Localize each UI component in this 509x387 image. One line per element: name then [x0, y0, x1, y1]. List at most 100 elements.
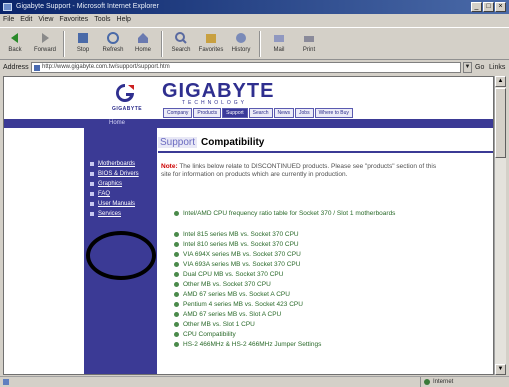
toolbar: Back Forward Stop Refresh Home Search Fa…: [0, 27, 509, 60]
address-input[interactable]: http://www.gigabyte.com.tw/support/suppo…: [31, 62, 461, 73]
compat-link[interactable]: AMD 67 series MB vs. Slot A CPU: [174, 310, 281, 319]
sidebar-item-motherboards[interactable]: Motherboards: [98, 161, 135, 168]
compat-link[interactable]: Other MB vs. Socket 370 CPU: [174, 280, 271, 289]
vertical-scrollbar[interactable]: ▲ ▼: [494, 76, 506, 375]
history-button[interactable]: History: [226, 28, 256, 59]
bullet-icon: [90, 212, 94, 216]
bullet-icon: [174, 281, 179, 287]
bullet-icon: [174, 301, 179, 307]
nav-support[interactable]: Support: [222, 108, 248, 118]
security-zone: Internet: [420, 377, 506, 387]
compat-link[interactable]: Intel/AMD CPU frequency ratio table for …: [174, 210, 474, 218]
gigabyte-logo-icon[interactable]: [112, 82, 138, 104]
page-icon: [34, 65, 40, 71]
minimize-button[interactable]: _: [471, 2, 482, 12]
toolbar-separator: [161, 31, 163, 57]
address-url: http://www.gigabyte.com.tw/support/suppo…: [42, 64, 170, 70]
sidebar-item-graphics[interactable]: Graphics: [98, 181, 122, 188]
notice-text: Note: The links below relate to DISCONTI…: [161, 163, 441, 179]
menu-file[interactable]: File: [0, 14, 17, 26]
go-button[interactable]: Go: [475, 60, 484, 75]
sidebar-item-user-manuals[interactable]: User Manuals: [98, 201, 135, 208]
site-bluebar: Home: [4, 119, 493, 128]
menu-help[interactable]: Help: [114, 14, 134, 26]
sidebar-item-bios-drivers[interactable]: BIOS & Drivers: [98, 171, 139, 178]
notice-body: The links below relate to DISCONTINUED p…: [161, 163, 437, 178]
sidebar-item-services[interactable]: Services: [98, 211, 121, 218]
nav-news[interactable]: News: [273, 108, 295, 118]
bullet-icon: [174, 251, 179, 257]
compat-link[interactable]: CPU Compatibility: [174, 330, 236, 339]
scroll-thumb[interactable]: [495, 88, 506, 158]
highlight-circle: [86, 231, 156, 280]
sidebar-item-faq[interactable]: FAQ: [98, 191, 110, 198]
bullet-icon: [174, 321, 179, 327]
favorites-icon: [206, 34, 216, 43]
compat-link[interactable]: VIA 693A series MB vs. Socket 370 CPU: [174, 260, 300, 269]
menu-bar: File Edit View Favorites Tools Help: [0, 14, 509, 26]
nav-where-to-buy[interactable]: Where to Buy: [314, 108, 353, 118]
compat-link[interactable]: Pentium 4 series MB vs. Socket 423 CPU: [174, 300, 303, 309]
forward-button[interactable]: Forward: [30, 28, 60, 59]
compat-link[interactable]: AMD 67 series MB vs. Socket A CPU: [174, 290, 290, 299]
compat-link[interactable]: Other MB vs. Slot 1 CPU: [174, 320, 255, 329]
stop-button[interactable]: Stop: [68, 28, 98, 59]
forward-icon: [42, 33, 49, 43]
compat-link[interactable]: Dual CPU MB vs. Socket 370 CPU: [174, 270, 283, 279]
refresh-icon: [107, 32, 119, 44]
bullet-icon: [90, 162, 94, 166]
nav-company[interactable]: Company: [163, 108, 193, 118]
nav-jobs[interactable]: Jobs: [295, 108, 314, 118]
site-header: GIGABYTE GIGABYTE TECHNOLOGY Company Pro…: [4, 77, 493, 119]
compat-link[interactable]: Intel 810 series MB vs. Socket 370 CPU: [174, 240, 299, 249]
address-bar: Address http://www.gigabyte.com.tw/suppo…: [0, 60, 509, 75]
address-dropdown[interactable]: ▼: [463, 62, 472, 73]
page-viewport: GIGABYTE GIGABYTE TECHNOLOGY Company Pro…: [3, 76, 494, 375]
mail-icon: [274, 35, 284, 42]
close-button[interactable]: ×: [495, 2, 506, 12]
toolbar-separator: [63, 31, 65, 57]
menu-view[interactable]: View: [35, 14, 56, 26]
title-bar[interactable]: Gigabyte Support - Microsoft Internet Ex…: [0, 0, 509, 14]
bullet-icon: [174, 291, 179, 297]
links-button[interactable]: Links: [489, 60, 509, 75]
search-button[interactable]: Search: [166, 28, 196, 59]
brand-tagline: TECHNOLOGY: [182, 100, 248, 106]
home-icon: [138, 33, 148, 43]
home-button[interactable]: Home: [128, 28, 158, 59]
bullet-icon: [174, 231, 179, 237]
favorites-button[interactable]: Favorites: [196, 28, 226, 59]
bullet-icon: [90, 202, 94, 206]
history-icon: [236, 33, 246, 43]
bullet-icon: [174, 341, 179, 347]
logo-caption: GIGABYTE: [112, 106, 143, 112]
compat-link[interactable]: Intel 815 series MB vs. Socket 370 CPU: [174, 230, 299, 239]
section-title: Support Compatibility: [158, 135, 264, 150]
menu-favorites[interactable]: Favorites: [56, 14, 91, 26]
page-title: Compatibility: [201, 137, 265, 148]
window-title: Gigabyte Support - Microsoft Internet Ex…: [16, 3, 159, 10]
compat-link[interactable]: VIA 694X series MB vs. Socket 370 CPU: [174, 250, 301, 259]
scroll-down-arrow-icon[interactable]: ▼: [495, 364, 506, 375]
bullet-icon: [174, 261, 179, 267]
bullet-icon: [174, 241, 179, 247]
compat-link[interactable]: HS-2 466MHz & HS-2 466MHz Jumper Setting…: [174, 340, 321, 349]
bullet-icon: [90, 192, 94, 196]
section-label: Support: [158, 137, 198, 148]
back-button[interactable]: Back: [0, 28, 30, 59]
address-label: Address: [3, 64, 29, 71]
title-divider: [158, 151, 493, 153]
menu-tools[interactable]: Tools: [91, 14, 113, 26]
bullet-icon: [174, 311, 179, 317]
menu-edit[interactable]: Edit: [17, 14, 35, 26]
maximize-button[interactable]: □: [483, 2, 494, 12]
print-button[interactable]: Print: [294, 28, 324, 59]
refresh-button[interactable]: Refresh: [98, 28, 128, 59]
mail-button[interactable]: Mail: [264, 28, 294, 59]
home-link[interactable]: Home: [109, 119, 125, 128]
scroll-up-arrow-icon[interactable]: ▲: [495, 76, 506, 87]
bullet-icon: [90, 182, 94, 186]
nav-search[interactable]: Search: [248, 108, 273, 118]
search-icon: [175, 32, 187, 44]
nav-products[interactable]: Products: [193, 108, 222, 118]
